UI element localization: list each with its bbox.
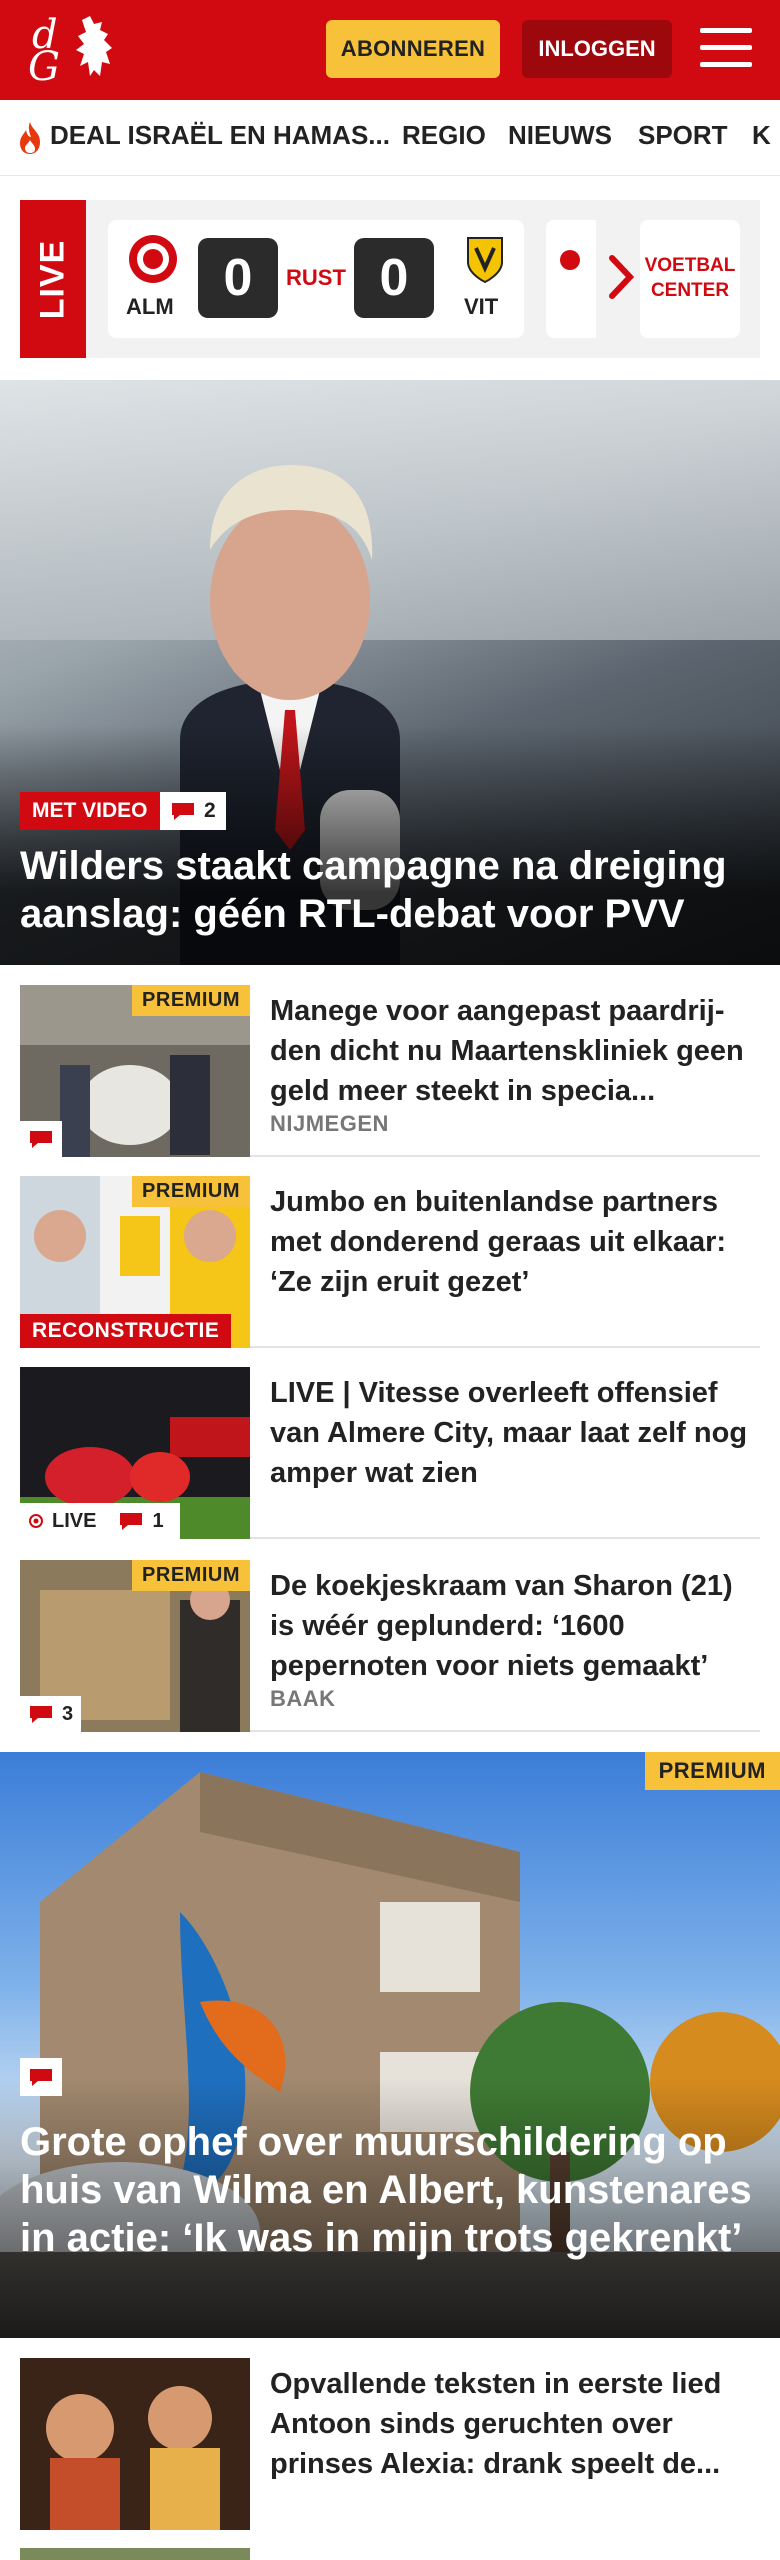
- voetbal-center-link[interactable]: VOETBAL CENTER: [640, 220, 740, 338]
- nav-item-regio[interactable]: REGIO: [402, 120, 486, 151]
- article-item[interactable]: PREMIUM RECONSTRUCTIE Jumbo en buitenlan…: [20, 1176, 760, 1348]
- comment-icon: [30, 1131, 52, 1148]
- article-thumbnail: PREMIUM RECONSTRUCTIE: [20, 1176, 250, 1348]
- comment-icon: [30, 2069, 52, 2086]
- site-logo[interactable]: d G: [20, 10, 120, 90]
- article-thumbnail: PREMIUM 3: [20, 1560, 250, 1732]
- comment-count: 1: [152, 1509, 164, 1532]
- article-title[interactable]: Manege voor aangepast paardrij­den dicht…: [270, 991, 760, 1111]
- nav-item-nieuws[interactable]: NIEUWS: [508, 120, 612, 151]
- chevron-right-icon[interactable]: [606, 250, 636, 304]
- article-thumbnail: LIVE 1: [20, 1367, 250, 1539]
- premium-badge: PREMIUM: [644, 1752, 780, 1790]
- next-match-card[interactable]: [546, 220, 596, 338]
- comment-badge: [20, 1121, 62, 1157]
- site-header: d G ABONNEREN INLOGGEN: [0, 0, 780, 100]
- article-title[interactable]: Opvallende teksten in eerste lied Antoon…: [270, 2364, 760, 2484]
- feature-article[interactable]: PREMIUM Grote ophef over muurschildering…: [0, 1752, 780, 2338]
- flame-icon: [20, 122, 40, 154]
- match-card[interactable]: ALM 0 RUST 0 VIT: [108, 220, 524, 338]
- comment-icon: [120, 1513, 143, 1530]
- hero-title[interactable]: Wilders staakt campagne na dreiging aans…: [20, 842, 760, 938]
- live-dot-icon: [29, 1514, 43, 1528]
- almere-crest-icon: [129, 235, 177, 283]
- comment-icon: [30, 1706, 52, 1723]
- article-item[interactable]: LIVE 1 LIVE | Vitesse overleeft offensie…: [20, 1367, 760, 1539]
- live-scores-bar: LIVE ALM 0 RUST 0 VIT VOETBAL CENTER: [20, 200, 760, 358]
- comment-count-badge[interactable]: 2: [160, 792, 226, 830]
- login-button[interactable]: INLOGGEN: [522, 20, 672, 78]
- article-title[interactable]: Jumbo en buitenlandse partners met donde…: [270, 1182, 760, 1302]
- team-crest-icon: [560, 250, 580, 270]
- article-thumbnail: [20, 2358, 250, 2530]
- nav-item-sport[interactable]: SPORT: [638, 120, 728, 151]
- match-status: RUST: [286, 265, 346, 290]
- horse-logo-icon: [76, 16, 112, 76]
- singer-photo: [20, 2358, 250, 2530]
- nav-item-deal[interactable]: DEAL ISRAËL EN HAMAS...: [50, 120, 390, 151]
- article-title[interactable]: LIVE | Vitesse overleeft offensief van A…: [270, 1373, 760, 1493]
- article-item[interactable]: PREMIUM Manege voor aangepast paardrij­d…: [20, 985, 760, 1157]
- comment-badge: 3: [20, 1696, 82, 1732]
- home-team-name: ALM: [126, 294, 174, 319]
- article-item[interactable]: Opvallende teksten in eerste lied Antoon…: [20, 2358, 760, 2530]
- feature-title[interactable]: Grote ophef over muurschildering op huis…: [20, 2118, 760, 2262]
- away-team-name: VIT: [464, 294, 499, 319]
- live-tag: LIVE: [20, 200, 86, 358]
- premium-badge: PREMIUM: [132, 1176, 250, 1207]
- home-score: 0: [198, 238, 278, 318]
- vitesse-crest-icon: [467, 237, 503, 284]
- comment-count: 2: [204, 799, 216, 822]
- comment-badge: [20, 2058, 62, 2096]
- logo-letter-g: G: [28, 44, 60, 90]
- away-score: 0: [354, 238, 434, 318]
- reconstructie-label: RECONSTRUCTIE: [20, 1314, 232, 1348]
- article-thumbnail: PREMIUM: [20, 985, 250, 1157]
- hero-article[interactable]: MET VIDEO 2 Wilders staakt campagne na d…: [0, 380, 780, 965]
- video-badge: MET VIDEO: [20, 792, 160, 830]
- live-label: LIVE: [52, 1509, 97, 1532]
- article-title[interactable]: De koekjeskraam van Sharon (21) is wéér …: [270, 1566, 760, 1686]
- article-location: BAAK: [270, 1686, 336, 1711]
- next-article-thumbnail[interactable]: [20, 2548, 250, 2560]
- subscribe-button[interactable]: ABONNEREN: [326, 20, 500, 78]
- comment-count: 3: [62, 1702, 74, 1725]
- article-location: NIJMEGEN: [270, 1111, 389, 1136]
- section-nav: DEAL ISRAËL EN HAMAS... REGIO NIEUWS SPO…: [0, 100, 780, 176]
- hamburger-menu-icon[interactable]: [700, 24, 752, 72]
- comment-icon: [172, 803, 194, 820]
- premium-badge: PREMIUM: [132, 985, 250, 1016]
- live-comment-badge: LIVE 1: [20, 1503, 180, 1539]
- nav-item-next[interactable]: K: [752, 120, 771, 151]
- article-item[interactable]: PREMIUM 3 De koekjeskraam van Sharon (21…: [20, 1560, 760, 1732]
- live-tag-label: LIVE: [33, 239, 72, 319]
- premium-badge: PREMIUM: [132, 1560, 250, 1591]
